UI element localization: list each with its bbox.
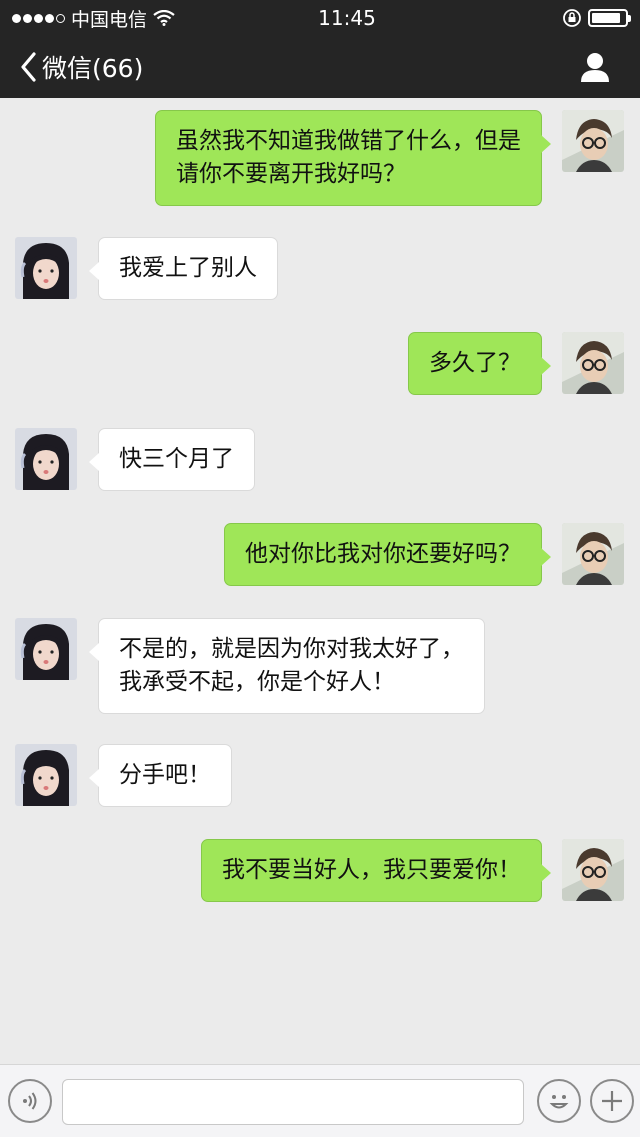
battery-icon (588, 9, 631, 27)
message-text-line: 快三个月了 (119, 446, 234, 472)
rotation-lock-icon (563, 9, 581, 27)
chat-info-button[interactable] (578, 50, 612, 84)
person-icon (581, 53, 609, 82)
wifi-icon (153, 10, 175, 26)
message-bubble-outgoing[interactable]: 虽然我不知道我做错了什么，但是 请你不要离开我好吗？ (155, 110, 551, 206)
back-button[interactable]: 微信(66) (20, 49, 143, 85)
plus-icon (602, 1091, 622, 1111)
emoji-icon (549, 1095, 569, 1109)
voice-button[interactable] (8, 1079, 52, 1123)
message-input[interactable] (62, 1079, 524, 1125)
voice-icon (23, 1092, 37, 1110)
status-left: 中国电信 (12, 5, 262, 32)
message-bubble-incoming[interactable]: 分手吧！ (89, 744, 232, 807)
my-avatar[interactable] (562, 523, 624, 585)
contact-avatar[interactable] (15, 237, 77, 299)
emoji-button[interactable] (537, 1079, 581, 1123)
message-bubble-incoming[interactable]: 我爱上了别人 (89, 237, 278, 300)
message-text-line: 多久了？ (429, 350, 521, 376)
contact-avatar[interactable] (15, 618, 77, 680)
signal-strength-icon (12, 13, 65, 23)
message-bubble-outgoing[interactable]: 他对你比我对你还要好吗？ (224, 523, 551, 586)
message-text-line: 请你不要离开我好吗？ (176, 161, 406, 187)
message-text-line: 虽然我不知道我做错了什么，但是 (176, 128, 521, 154)
message-text-line: 我承受不起，你是个好人！ (119, 669, 395, 695)
chevron-left-icon (21, 52, 36, 82)
carrier-label: 中国电信 (71, 8, 148, 31)
status-right (562, 8, 631, 28)
back-title: 微信(66) (42, 54, 144, 83)
message-text-line: 不是的，就是因为你对我太好了， (119, 636, 464, 662)
my-avatar[interactable] (562, 332, 624, 394)
message-bubble-incoming[interactable]: 快三个月了 (89, 428, 255, 491)
message-text-line: 他对你比我对你还要好吗？ (245, 541, 521, 567)
contact-avatar[interactable] (15, 744, 77, 806)
status-bar: 中国电信 11:45 (0, 0, 640, 36)
chat-area[interactable]: 虽然我不知道我做错了什么，但是 请你不要离开我好吗？ 我爱上了别人 多久了？ 快… (0, 98, 640, 1064)
message-text-line: 我不要当好人，我只要爱你！ (222, 857, 521, 883)
message-bubble-outgoing[interactable]: 多久了？ (408, 332, 551, 395)
message-bubble-outgoing[interactable]: 我不要当好人，我只要爱你！ (201, 839, 551, 902)
message-text-line: 我爱上了别人 (119, 255, 257, 281)
more-button[interactable] (590, 1079, 634, 1123)
message-text-line: 分手吧！ (119, 762, 211, 788)
battery-fill (592, 13, 621, 23)
input-bar (0, 1064, 640, 1137)
message-bubble-incoming[interactable]: 不是的，就是因为你对我太好了， 我承受不起，你是个好人！ (89, 618, 485, 714)
contact-avatar[interactable] (15, 428, 77, 490)
my-avatar[interactable] (562, 110, 624, 172)
status-time: 11:45 (318, 6, 376, 30)
my-avatar[interactable] (562, 839, 624, 901)
nav-bar: 微信(66) (0, 36, 640, 98)
